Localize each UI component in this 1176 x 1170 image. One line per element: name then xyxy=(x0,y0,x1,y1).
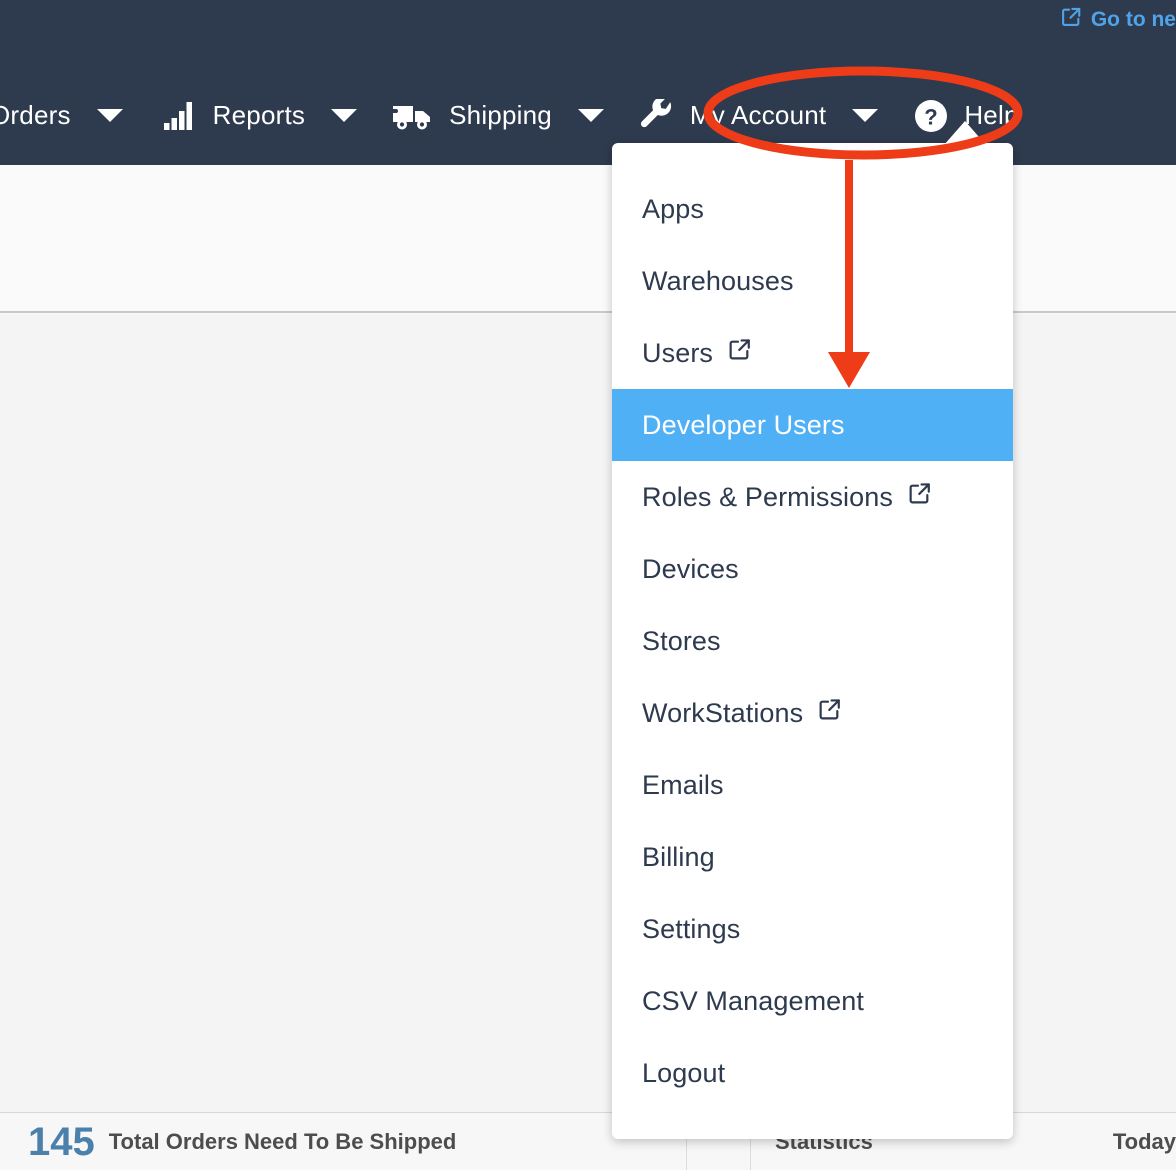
menu-item-billing[interactable]: Billing xyxy=(612,821,1013,893)
truck-icon xyxy=(391,100,433,132)
footer-orders-count: 145 xyxy=(28,1119,95,1164)
menu-item-devices[interactable]: Devices xyxy=(612,533,1013,605)
menu-item-users[interactable]: Users xyxy=(612,317,1013,389)
footer-orders-label: Total Orders Need To Be Shipped xyxy=(108,1129,457,1154)
menu-item-billing-label: Billing xyxy=(642,841,715,872)
go-to-new-label: Go to ne xyxy=(1090,8,1176,31)
my-account-dropdown-menu: Apps Warehouses Users Developer Users Ro… xyxy=(612,143,1013,1139)
external-link-icon xyxy=(817,697,842,729)
nav-item-orders[interactable]: Orders xyxy=(0,66,149,165)
menu-item-warehouses-label: Warehouses xyxy=(642,265,794,296)
menu-item-apps[interactable]: Apps xyxy=(612,173,1013,245)
menu-item-logout-label: Logout xyxy=(642,1057,726,1088)
nav-item-shipping[interactable]: Shipping xyxy=(391,66,630,165)
menu-item-developer-users-label: Developer Users xyxy=(642,409,845,440)
menu-item-logout[interactable]: Logout xyxy=(612,1037,1013,1109)
go-to-new-link[interactable]: Go to ne xyxy=(1060,6,1176,34)
external-link-icon xyxy=(1060,6,1082,34)
footer-today-label: Today xyxy=(1112,1129,1176,1154)
menu-item-devices-label: Devices xyxy=(642,553,739,584)
menu-item-settings-label: Settings xyxy=(642,913,741,944)
menu-item-developer-users[interactable]: Developer Users xyxy=(612,389,1013,461)
menu-item-warehouses[interactable]: Warehouses xyxy=(612,245,1013,317)
menu-item-roles-permissions-label: Roles & Permissions xyxy=(642,481,893,512)
svg-text:?: ? xyxy=(925,104,938,129)
dropdown-pointer-caret xyxy=(944,121,986,145)
chevron-down-icon[interactable] xyxy=(331,109,358,122)
bar-chart-icon xyxy=(163,101,197,131)
menu-item-emails-label: Emails xyxy=(642,769,724,800)
nav-item-my-account-label: My Account xyxy=(689,100,827,130)
wrench-icon xyxy=(638,98,674,133)
menu-item-stores-label: Stores xyxy=(642,625,721,656)
menu-item-roles-permissions[interactable]: Roles & Permissions xyxy=(612,461,1013,533)
chevron-down-icon[interactable] xyxy=(852,109,879,122)
nav-item-orders-label: Orders xyxy=(0,100,71,130)
menu-item-workstations-label: WorkStations xyxy=(642,697,804,728)
menu-item-apps-label: Apps xyxy=(642,193,704,224)
chevron-down-icon[interactable] xyxy=(96,109,123,122)
utility-bar: Go to ne xyxy=(0,0,1176,66)
menu-item-stores[interactable]: Stores xyxy=(612,605,1013,677)
external-link-icon xyxy=(907,481,932,513)
menu-item-workstations[interactable]: WorkStations xyxy=(612,677,1013,749)
external-link-icon xyxy=(727,337,752,369)
chevron-down-icon[interactable] xyxy=(577,109,604,122)
menu-item-users-label: Users xyxy=(642,337,714,368)
nav-item-reports[interactable]: Reports xyxy=(163,66,383,165)
menu-item-csv-management[interactable]: CSV Management xyxy=(612,965,1013,1037)
nav-item-shipping-label: Shipping xyxy=(449,100,552,130)
nav-item-reports-label: Reports xyxy=(212,100,306,130)
menu-item-settings[interactable]: Settings xyxy=(612,893,1013,965)
menu-item-emails[interactable]: Emails xyxy=(612,749,1013,821)
footer-orders-summary: 145 Total Orders Need To Be Shipped xyxy=(28,1113,456,1170)
menu-item-csv-management-label: CSV Management xyxy=(642,985,865,1016)
